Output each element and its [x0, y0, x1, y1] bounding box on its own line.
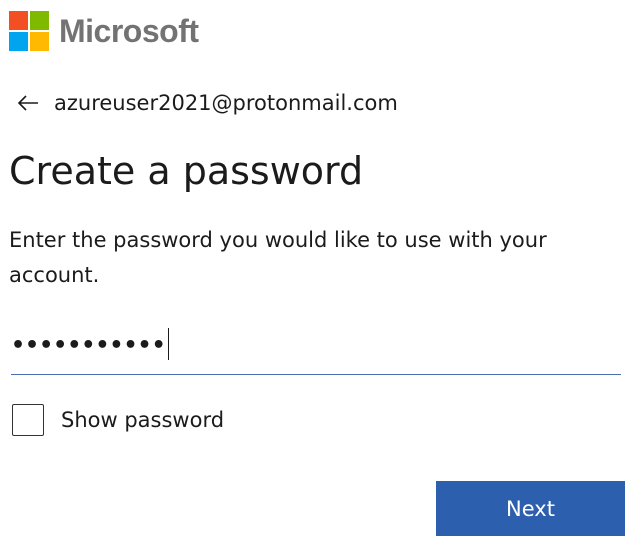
show-password-checkbox[interactable]	[12, 404, 44, 436]
brand-name: Microsoft	[59, 13, 199, 49]
text-caret	[167, 328, 170, 360]
next-button[interactable]: Next	[436, 481, 625, 536]
page-title: Create a password	[9, 149, 364, 193]
back-arrow-icon[interactable]	[16, 93, 40, 113]
show-password-label[interactable]: Show password	[61, 408, 224, 432]
page-description: Enter the password you would like to use…	[9, 228, 547, 287]
microsoft-logo: Microsoft	[9, 11, 199, 51]
password-value: •••••••••••	[11, 333, 166, 358]
password-input[interactable]: •••••••••••	[11, 322, 621, 375]
create-password-page: Microsoft azureuser2021@protonmail.com C…	[0, 0, 636, 545]
identity-email: azureuser2021@protonmail.com	[54, 91, 398, 115]
show-password-option[interactable]: Show password	[12, 404, 224, 436]
microsoft-logo-icon	[9, 11, 49, 51]
identity-back-link[interactable]: azureuser2021@protonmail.com	[16, 88, 398, 118]
